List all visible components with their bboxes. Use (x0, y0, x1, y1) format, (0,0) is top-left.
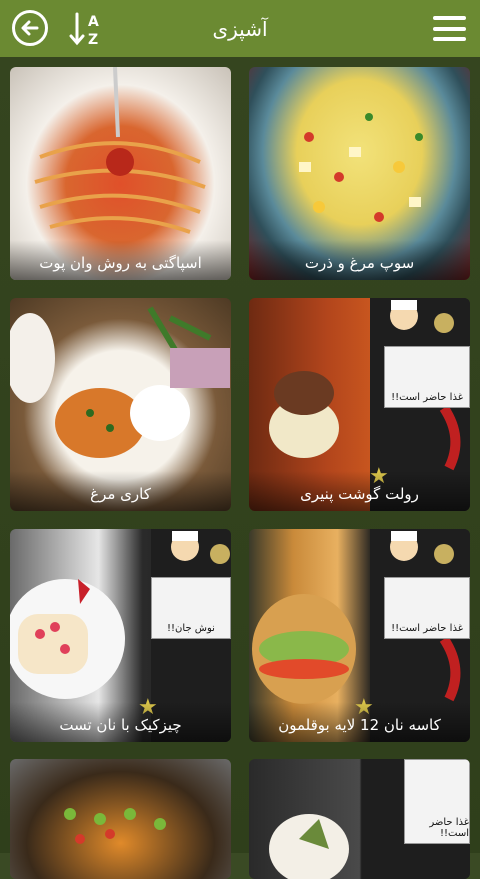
menu-sign: غذا حاضر است!! (384, 577, 470, 639)
recipe-image (64, 808, 166, 844)
recipe-card[interactable]: کاری مرغ (10, 298, 231, 511)
recipe-card[interactable] (10, 759, 231, 879)
recipe-card[interactable]: نوش جان!! ★ چیزکیک با نان تست (10, 529, 231, 742)
recipe-grid: سوپ مرغ و ذرت اسپاگتی به روش وان پوت غذا… (0, 57, 480, 879)
recipe-card[interactable]: غذا حاضر است!! (249, 759, 470, 879)
recipe-card[interactable]: سوپ مرغ و ذرت (249, 67, 470, 280)
recipe-title: اسپاگتی به روش وان پوت (10, 240, 231, 280)
recipe-card[interactable]: غذا حاضر است!! ★ رولت گوشت پنیری (249, 298, 470, 511)
recipe-title: کاری مرغ (10, 471, 231, 511)
recipe-card[interactable]: غذا حاضر است!! ★ کاسه نان 12 لایه بوقلمو… (249, 529, 470, 742)
menu-sign: غذا حاضر است!! (404, 759, 470, 844)
hamburger-menu-icon[interactable] (433, 16, 466, 41)
arrow-left-icon (21, 20, 39, 36)
recipe-title: سوپ مرغ و ذرت (249, 240, 470, 280)
menu-sign: نوش جان!! (151, 577, 231, 639)
sort-letter-z: Z (88, 32, 98, 48)
back-button[interactable] (12, 10, 48, 46)
app-bar: A Z آشپزی (0, 0, 480, 57)
sort-letter-a: A (88, 14, 99, 30)
recipe-title: کاسه نان 12 لایه بوقلمون (249, 702, 470, 742)
recipe-title: چیزکیک با نان تست (10, 702, 231, 742)
recipe-title: رولت گوشت پنیری (249, 471, 470, 511)
page-title: آشپزی (212, 16, 268, 41)
menu-sign: غذا حاضر است!! (384, 346, 470, 408)
sort-a-z-button[interactable]: A Z (68, 10, 108, 48)
recipe-card[interactable]: اسپاگتی به روش وان پوت (10, 67, 231, 280)
sort-a-z-icon: A Z (69, 12, 99, 48)
